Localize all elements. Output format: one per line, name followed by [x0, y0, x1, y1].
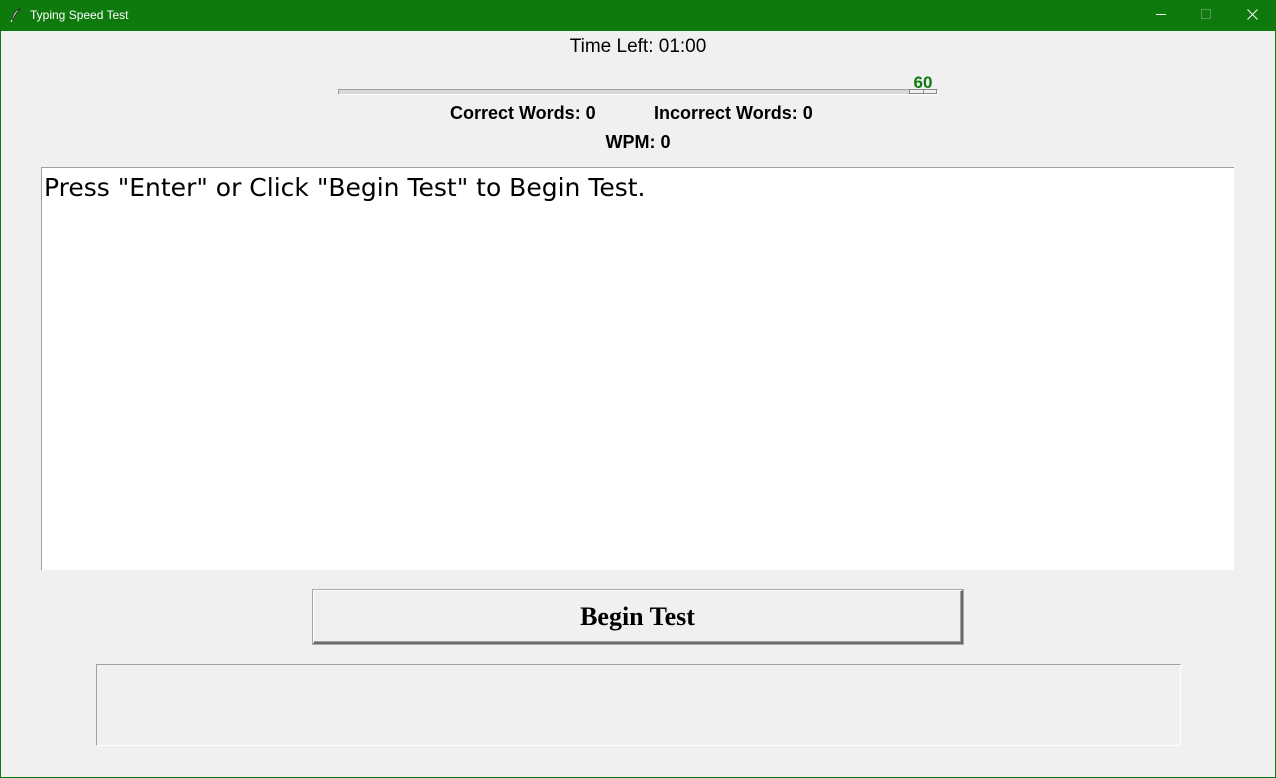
- begin-test-button[interactable]: Begin Test: [313, 590, 963, 644]
- stats-row: Correct Words: 0 Incorrect Words: 0: [1, 102, 1275, 126]
- close-icon: [1246, 7, 1258, 25]
- typing-text-area[interactable]: Press "Enter" or Click "Begin Test" to B…: [41, 167, 1234, 570]
- maximize-icon: [1200, 7, 1212, 25]
- correct-words-label: Correct Words: 0: [450, 103, 596, 123]
- title-bar[interactable]: Typing Speed Test: [0, 0, 1276, 31]
- close-button[interactable]: [1229, 0, 1275, 31]
- window-title: Typing Speed Test: [30, 8, 129, 22]
- slider-thumb[interactable]: [909, 89, 937, 94]
- instruction-text: Press "Enter" or Click "Begin Test" to B…: [44, 173, 646, 202]
- wpm-label: WPM: 0: [605, 132, 671, 152]
- minimize-icon: [1155, 7, 1167, 25]
- time-left-label: Time Left: 01:00: [569, 36, 707, 57]
- incorrect-words-label: Incorrect Words: 0: [654, 103, 813, 123]
- feather-icon: [10, 8, 22, 23]
- app-window: Typing Speed Test Time Left: 01:00 60 Co…: [0, 0, 1276, 778]
- time-slider[interactable]: 60: [338, 73, 938, 101]
- maximize-button[interactable]: [1183, 0, 1229, 31]
- app-client-area: Time Left: 01:00 60 Correct Words: 0 Inc…: [1, 31, 1275, 777]
- minimize-button[interactable]: [1138, 0, 1184, 31]
- typing-input[interactable]: [96, 664, 1181, 746]
- slider-trough[interactable]: [338, 89, 938, 95]
